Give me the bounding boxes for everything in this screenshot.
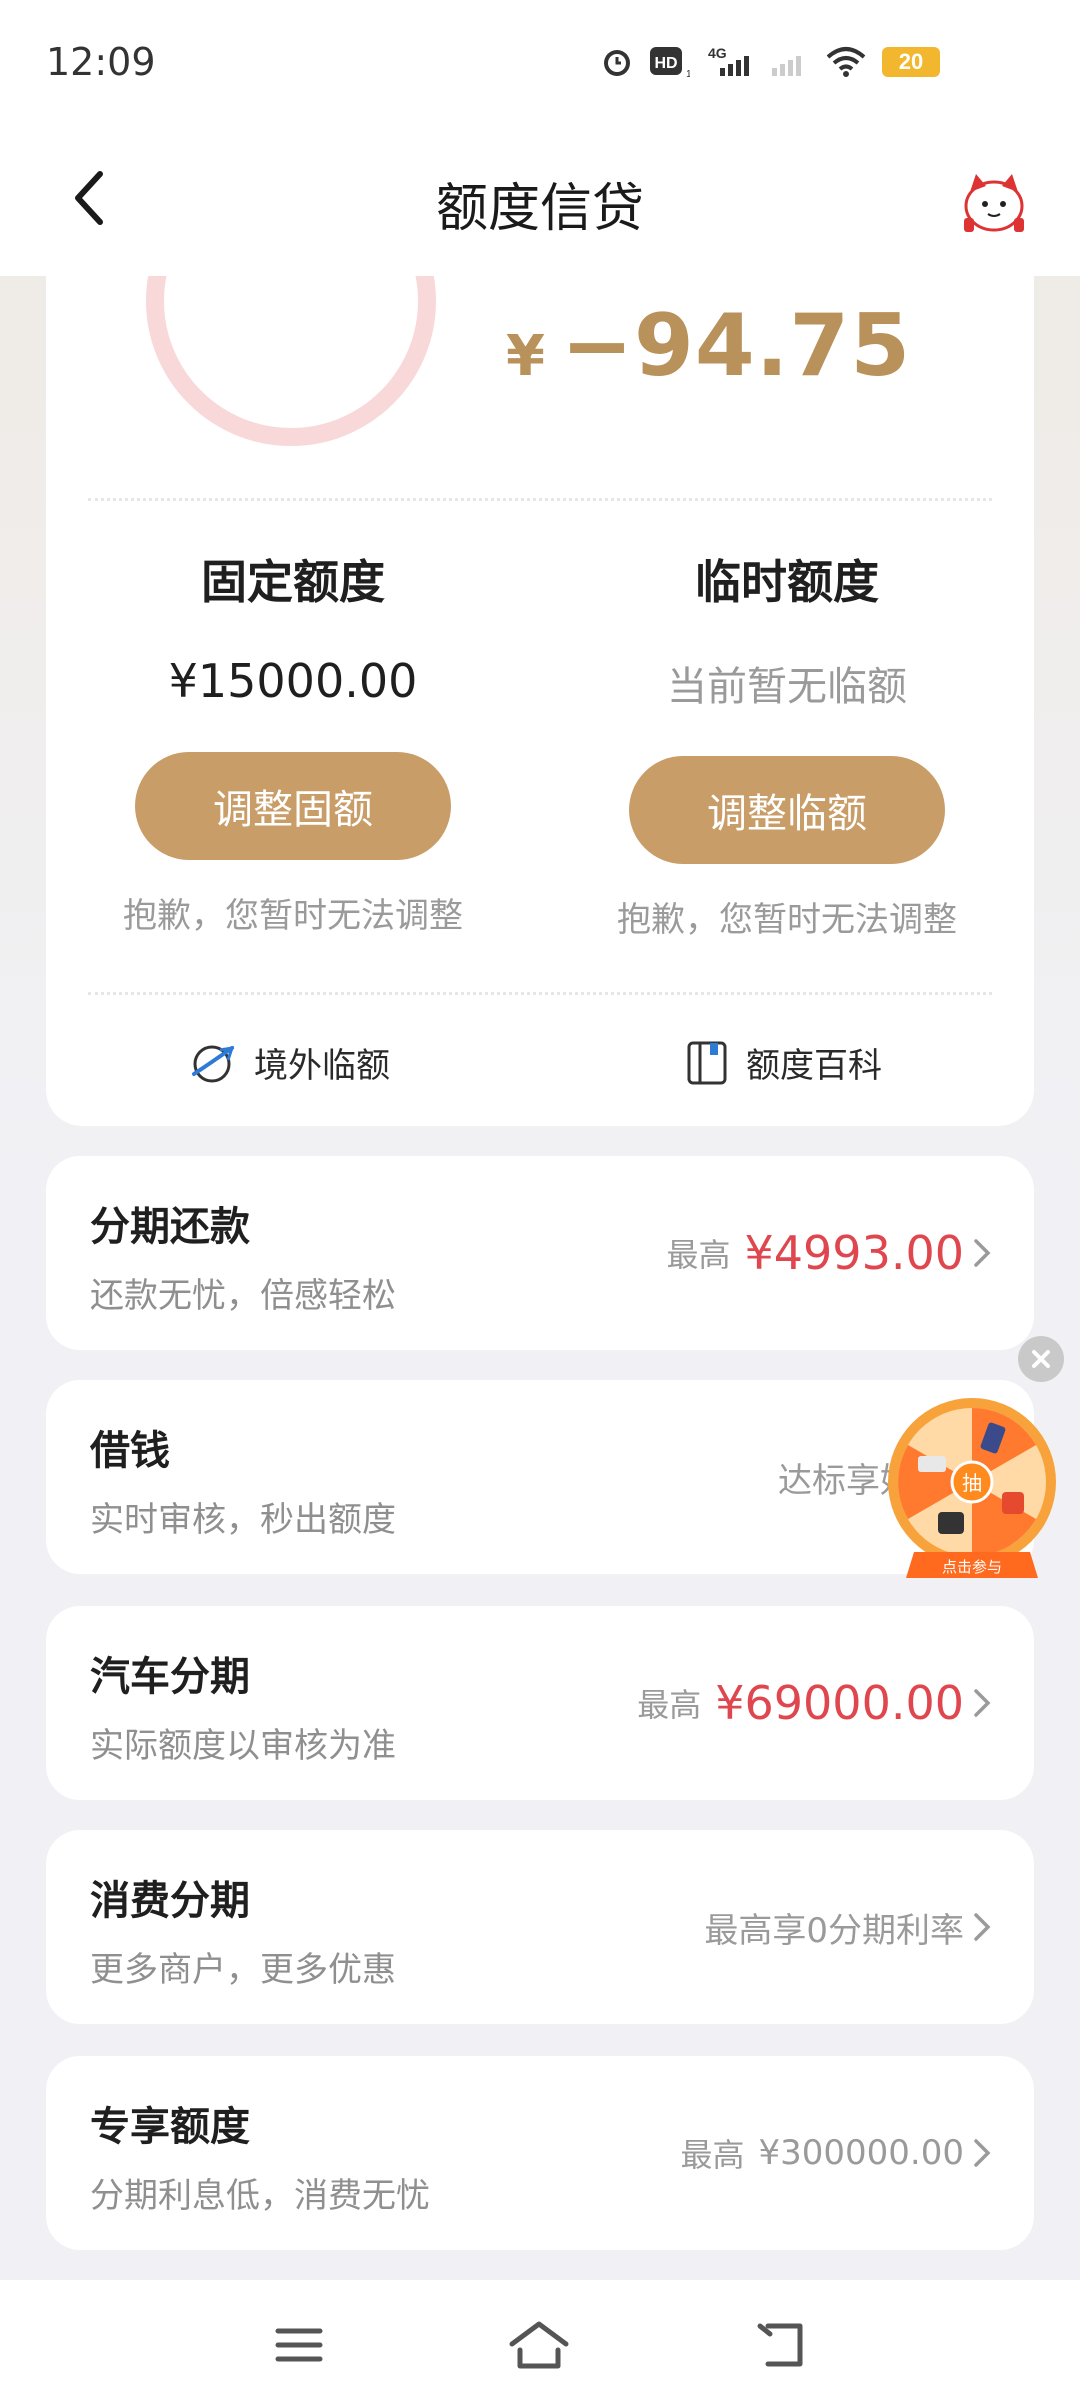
divider (88, 992, 992, 995)
back-icon (757, 2323, 803, 2367)
product-card-exclusive-credit[interactable]: 专享额度 分期利息低，消费无忧 最高 ¥300000.00 (46, 2056, 1034, 2250)
signal-icon (770, 44, 810, 80)
lucky-wheel-widget[interactable]: 抽 点击参与 (884, 1394, 1060, 1584)
status-bar: 12:09 HD 1 4G 20 (0, 0, 1080, 128)
menu-button[interactable] (264, 2310, 334, 2380)
floating-close-button[interactable] (1018, 1336, 1064, 1382)
product-card-consumer-installment[interactable]: 消费分期 更多商户，更多优惠 最高享0分期利率 (46, 1830, 1034, 2024)
credit-ring (146, 276, 436, 446)
temp-credit-note: 抱歉，您暂时无法调整 (617, 900, 957, 940)
back-nav-button[interactable] (746, 2310, 816, 2380)
home-icon (509, 2321, 569, 2369)
hd-label: HD (654, 55, 677, 72)
product-subtitle: 更多商户，更多优惠 (90, 1950, 396, 1990)
product-amount: ¥69000.00 (715, 1676, 964, 1730)
divider (88, 498, 992, 501)
product-subtitle: 实时审核，秒出额度 (90, 1500, 396, 1540)
hd-icon: HD 1 (650, 45, 690, 79)
product-prefix: 最高 (637, 1686, 702, 1724)
product-title: 分期还款 (90, 1204, 250, 1250)
balance-value: −94.75 (560, 296, 912, 396)
svg-text:1: 1 (686, 69, 690, 79)
fixed-credit-note: 抱歉，您暂时无法调整 (123, 896, 463, 936)
product-title: 借钱 (90, 1428, 170, 1474)
status-time: 12:09 (46, 40, 156, 84)
credit-card: ¥ −94.75 固定额度 ¥15000.00 调整固额 抱歉，您暂时无法调整 … (46, 276, 1034, 1126)
temp-credit-amount: 当前暂无临额 (667, 664, 907, 710)
product-amount: ¥300000.00 (758, 2133, 965, 2173)
product-title: 专享额度 (90, 2104, 250, 2150)
page-title: 额度信贷 (435, 179, 644, 239)
product-text: 最高享0分期利率 (704, 1910, 964, 1951)
overseas-icon (192, 1045, 235, 1082)
product-subtitle: 实际额度以审核为准 (90, 1726, 396, 1766)
credit-wiki-link[interactable]: 额度百科 (686, 1038, 882, 1087)
overseas-credit-label: 境外临额 (254, 1046, 390, 1086)
product-card-installment-repay[interactable]: 分期还款 还款无忧，倍感轻松 最高 ¥4993.00 (46, 1156, 1034, 1350)
fixed-credit: 固定额度 ¥15000.00 调整固额 抱歉，您暂时无法调整 (46, 546, 540, 937)
fixed-credit-title: 固定额度 (201, 555, 385, 609)
wheel-caption: 点击参与 (942, 1558, 1002, 1576)
product-amount: ¥4993.00 (744, 1226, 965, 1280)
product-title: 汽车分期 (90, 1654, 250, 1700)
product-title: 消费分期 (90, 1878, 250, 1924)
menu-icon (275, 2328, 323, 2362)
book-icon (687, 1041, 727, 1084)
product-prefix: 最高 (680, 2136, 745, 2174)
chevron-right-icon (972, 1830, 992, 2024)
product-value: 最高 ¥69000.00 (637, 1606, 964, 1800)
alarm-icon (600, 45, 634, 79)
balance: ¥ −94.75 (506, 296, 911, 396)
adjust-fixed-button[interactable]: 调整固额 (135, 752, 451, 860)
status-icons: HD 1 4G 20 (600, 42, 940, 82)
header: 额度信贷 (0, 128, 1080, 276)
battery-level: 20 (882, 47, 940, 77)
home-button[interactable] (504, 2310, 574, 2380)
chevron-right-icon (972, 1606, 992, 1800)
credit-wiki-label: 额度百科 (746, 1046, 882, 1086)
adjust-temp-button[interactable]: 调整临额 (629, 756, 945, 864)
overseas-credit-link[interactable]: 境外临额 (190, 1038, 390, 1087)
product-value: 最高 ¥300000.00 (680, 2056, 964, 2250)
fixed-credit-amount: ¥15000.00 (168, 654, 418, 708)
temp-credit: 临时额度 当前暂无临额 调整临额 抱歉，您暂时无法调整 (540, 546, 1034, 941)
product-prefix: 最高 (666, 1236, 731, 1274)
chevron-right-icon (972, 2056, 992, 2250)
product-value: 最高 ¥4993.00 (666, 1156, 964, 1350)
mascot-icon[interactable] (954, 162, 1034, 242)
system-nav-bar (0, 2280, 1080, 2408)
temp-credit-title: 临时额度 (695, 555, 879, 609)
signal-4g-icon: 4G (706, 44, 754, 80)
balance-currency: ¥ (506, 324, 545, 389)
close-icon (1032, 1350, 1050, 1368)
wheel-center-label: 抽 (962, 1471, 982, 1495)
battery-icon: 20 (882, 47, 940, 77)
wifi-icon (826, 45, 866, 79)
product-subtitle: 分期利息低，消费无忧 (90, 2176, 430, 2216)
product-card-car-loan[interactable]: 汽车分期 实际额度以审核为准 最高 ¥69000.00 (46, 1606, 1034, 1800)
chevron-right-icon (972, 1156, 992, 1350)
product-subtitle: 还款无忧，倍感轻松 (90, 1276, 396, 1316)
product-value: 最高享0分期利率 (704, 1830, 964, 2024)
net-label: 4G (708, 45, 727, 61)
